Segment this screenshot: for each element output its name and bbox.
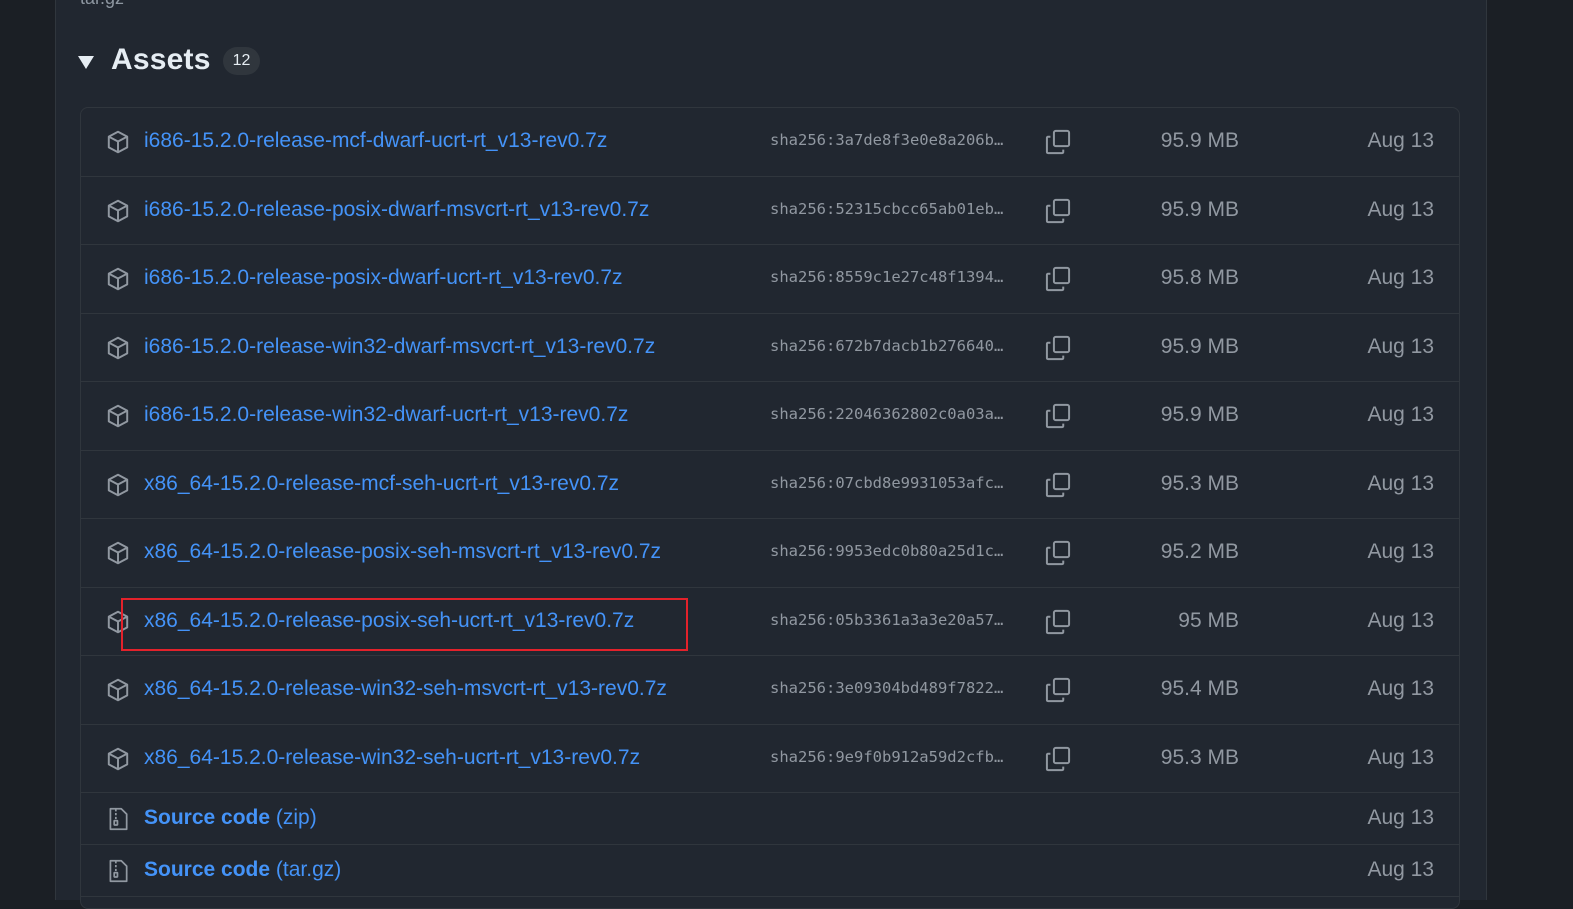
source-code-label: Source code	[144, 858, 271, 881]
asset-download-link[interactable]: x86_64-15.2.0-release-win32-seh-msvcrt-r…	[144, 677, 667, 701]
copy-icon[interactable]	[1044, 676, 1072, 704]
asset-size: 95.9 MB	[1160, 334, 1239, 358]
package-icon	[105, 472, 131, 498]
asset-sha256: sha256:52315cbcc65ab01eb…	[770, 199, 1004, 218]
asset-row: x86_64-15.2.0-release-mcf-seh-ucrt-rt_v1…	[81, 451, 1459, 519]
file-zip-icon	[105, 806, 131, 832]
asset-row: i686-15.2.0-release-win32-dwarf-msvcrt-r…	[81, 314, 1459, 382]
package-icon	[105, 335, 131, 361]
asset-size: 95.9 MB	[1160, 129, 1239, 153]
source-code-format: (tar.gz)	[275, 858, 342, 881]
asset-date: Aug 13	[1367, 608, 1434, 632]
asset-sha256: sha256:9953edc0b80a25d1c…	[770, 542, 1004, 561]
asset-sha256: sha256:672b7dacb1b276640…	[770, 336, 1004, 355]
asset-sha256: sha256:07cbd8e9931053afc…	[770, 473, 1004, 492]
asset-row: i686-15.2.0-release-posix-dwarf-msvcrt-r…	[81, 177, 1459, 245]
asset-sha256: sha256:8559c1e27c48f1394…	[770, 268, 1004, 287]
copy-icon[interactable]	[1044, 608, 1072, 636]
source-code-format: (zip)	[275, 806, 317, 829]
copy-icon[interactable]	[1044, 265, 1072, 293]
asset-size: 95.3 MB	[1160, 745, 1239, 769]
assets-header[interactable]: Assets 12	[78, 40, 261, 80]
asset-row: x86_64-15.2.0-release-win32-seh-ucrt-rt_…	[81, 725, 1459, 793]
asset-row: i686-15.2.0-release-win32-dwarf-ucrt-rt_…	[81, 382, 1459, 451]
asset-size: 95.4 MB	[1160, 677, 1239, 701]
package-icon	[105, 198, 131, 224]
asset-download-link[interactable]: i686-15.2.0-release-mcf-dwarf-ucrt-rt_v1…	[144, 129, 607, 153]
asset-sha256: sha256:3a7de8f3e0e8a206b…	[770, 131, 1004, 150]
asset-date: Aug 13	[1367, 471, 1434, 495]
copy-icon[interactable]	[1044, 745, 1072, 773]
assets-list: i686-15.2.0-release-mcf-dwarf-ucrt-rt_v1…	[80, 107, 1460, 909]
source-code-link[interactable]: Source code (zip)	[144, 806, 317, 830]
package-icon	[105, 609, 131, 635]
package-icon	[105, 129, 131, 155]
asset-date: Aug 13	[1367, 677, 1434, 701]
asset-row: x86_64-15.2.0-release-posix-seh-msvcrt-r…	[81, 519, 1459, 588]
package-icon	[105, 266, 131, 292]
asset-download-link[interactable]: i686-15.2.0-release-posix-dwarf-msvcrt-r…	[144, 198, 649, 222]
assets-count-badge: 12	[222, 47, 261, 75]
asset-date: Aug 13	[1367, 197, 1434, 221]
asset-row: i686-15.2.0-release-posix-dwarf-ucrt-rt_…	[81, 245, 1459, 314]
asset-date: Aug 13	[1367, 540, 1434, 564]
asset-sha256: sha256:9e9f0b912a59d2cfb…	[770, 747, 1004, 766]
page-background: tar.gz Assets 12 i686-15.2.0-release-mcf…	[0, 0, 1573, 909]
source-code-label: Source code	[144, 806, 271, 829]
asset-download-link[interactable]: x86_64-15.2.0-release-win32-seh-ucrt-rt_…	[144, 746, 640, 770]
asset-date: Aug 13	[1367, 403, 1434, 427]
asset-download-link[interactable]: x86_64-15.2.0-release-mcf-seh-ucrt-rt_v1…	[144, 472, 619, 496]
asset-size: 95.9 MB	[1160, 403, 1239, 427]
copy-icon[interactable]	[1044, 197, 1072, 225]
package-icon	[105, 403, 131, 429]
asset-download-link[interactable]: x86_64-15.2.0-release-posix-seh-msvcrt-r…	[144, 540, 661, 564]
asset-date: Aug 13	[1367, 129, 1434, 153]
asset-download-link[interactable]: i686-15.2.0-release-win32-dwarf-msvcrt-r…	[144, 335, 655, 359]
copy-icon[interactable]	[1044, 471, 1072, 499]
source-code-link[interactable]: Source code (tar.gz)	[144, 858, 341, 882]
cut-off-text: tar.gz	[80, 0, 124, 9]
asset-size: 95 MB	[1178, 608, 1239, 632]
triangle-down-icon[interactable]	[78, 56, 94, 69]
asset-date: Aug 13	[1367, 266, 1434, 290]
asset-sha256: sha256:05b3361a3a3e20a57…	[770, 610, 1004, 629]
asset-download-link[interactable]: i686-15.2.0-release-win32-dwarf-ucrt-rt_…	[144, 403, 628, 427]
package-icon	[105, 540, 131, 566]
asset-row: i686-15.2.0-release-mcf-dwarf-ucrt-rt_v1…	[81, 108, 1459, 177]
asset-download-link[interactable]: x86_64-15.2.0-release-posix-seh-ucrt-rt_…	[144, 609, 634, 633]
copy-icon[interactable]	[1044, 128, 1072, 156]
asset-download-link[interactable]: i686-15.2.0-release-posix-dwarf-ucrt-rt_…	[144, 266, 623, 290]
asset-date: Aug 13	[1367, 334, 1434, 358]
asset-size: 95.9 MB	[1160, 197, 1239, 221]
copy-icon[interactable]	[1044, 402, 1072, 430]
asset-size: 95.8 MB	[1160, 266, 1239, 290]
asset-sha256: sha256:3e09304bd489f7822…	[770, 679, 1004, 698]
assets-title[interactable]: Assets	[111, 43, 211, 77]
package-icon	[105, 677, 131, 703]
asset-size: 95.2 MB	[1160, 540, 1239, 564]
asset-size: 95.3 MB	[1160, 471, 1239, 495]
asset-sha256: sha256:22046362802c0a03a…	[770, 405, 1004, 424]
asset-row: x86_64-15.2.0-release-win32-seh-msvcrt-r…	[81, 656, 1459, 725]
source-code-row: Source code (tar.gz) Aug 13	[81, 845, 1459, 897]
source-code-date: Aug 13	[1367, 858, 1434, 881]
asset-row: x86_64-15.2.0-release-posix-seh-ucrt-rt_…	[81, 588, 1459, 656]
copy-icon[interactable]	[1044, 539, 1072, 567]
source-code-row: Source code (zip) Aug 13	[81, 793, 1459, 845]
copy-icon[interactable]	[1044, 334, 1072, 362]
source-code-date: Aug 13	[1367, 806, 1434, 829]
asset-date: Aug 13	[1367, 745, 1434, 769]
package-icon	[105, 746, 131, 772]
file-zip-icon	[105, 858, 131, 884]
